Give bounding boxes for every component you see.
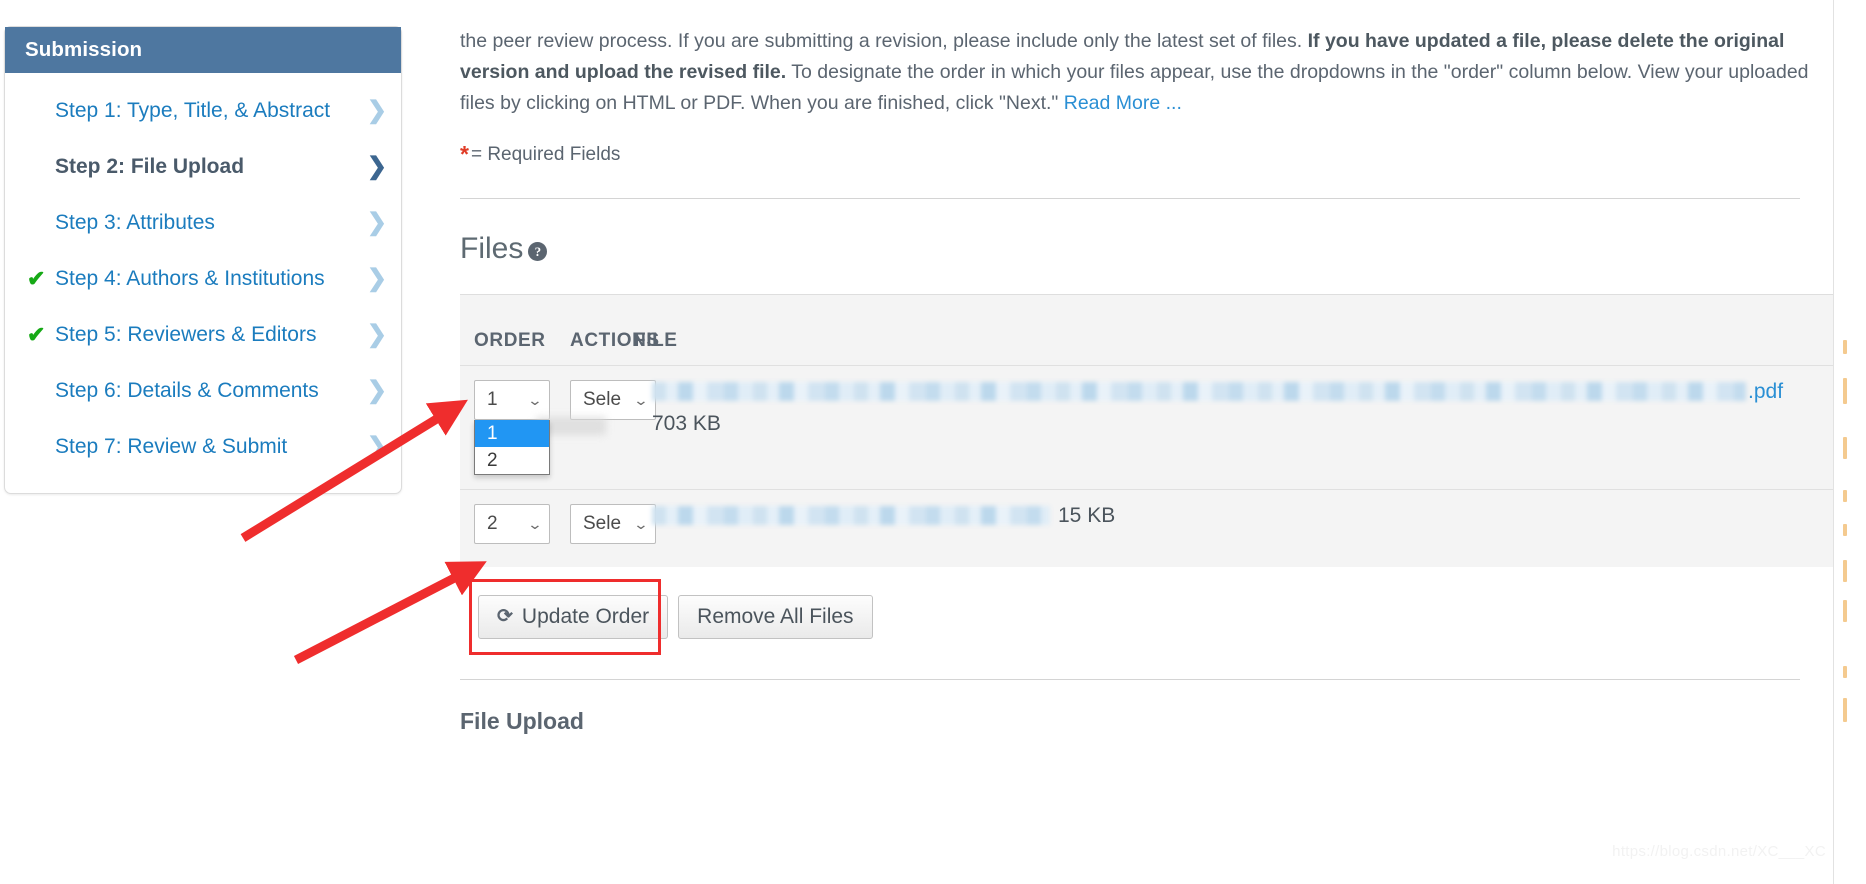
- chevron-right-icon: ❯: [366, 265, 387, 292]
- sidebar-item-step-7[interactable]: ✔Step 7: Review & Submit ❯: [5, 419, 401, 475]
- order-cell: 1 ⌄ 1 2: [474, 379, 570, 475]
- right-edge-partial-column: [1833, 0, 1866, 884]
- files-table-header: ORDER ACTIONS FILE: [460, 295, 1866, 365]
- sidebar-item-step-5[interactable]: ✔ Step 5: Reviewers & Editors ❯: [5, 307, 401, 363]
- divider-top: [460, 197, 1800, 199]
- chevron-right-icon: ❯: [366, 377, 387, 404]
- read-more-link[interactable]: Read More ...: [1064, 92, 1182, 114]
- watermark: https://blog.csdn.net/XC___XC: [1612, 843, 1826, 860]
- update-order-button[interactable]: ⟳ Update Order: [478, 594, 669, 639]
- required-fields-note: * = Required Fields: [460, 141, 1820, 168]
- chevron-right-icon: ❯: [366, 209, 387, 236]
- annotation-arrow-update-order: [293, 561, 487, 664]
- remove-all-files-label: Remove All Files: [697, 604, 854, 628]
- sidebar-item-label: Step 6: Details & Comments: [55, 379, 319, 402]
- main-content: the peer review process. If you are subm…: [460, 0, 1866, 884]
- redacted-filename: [652, 382, 1746, 401]
- sidebar-item-step-4[interactable]: ✔ Step 4: Authors & Institutions ❯: [5, 251, 401, 307]
- files-heading-label: Files: [460, 231, 524, 265]
- sidebar-item-label: Step 5: Reviewers & Editors: [55, 323, 317, 346]
- action-select-value-row-1: Sele: [583, 388, 622, 410]
- chevron-down-icon: ⌄: [527, 391, 544, 408]
- refresh-icon: ⟳: [497, 606, 513, 627]
- chevron-right-icon: ❯: [366, 153, 387, 180]
- check-icon: ✔: [27, 322, 46, 347]
- edge-fragment: [1843, 666, 1847, 678]
- order-select-row-1[interactable]: 1 ⌄: [474, 379, 550, 420]
- edge-fragment: [1843, 698, 1847, 722]
- edge-fragment: [1843, 490, 1847, 502]
- column-header-order: ORDER: [474, 329, 546, 351]
- update-order-label: Update Order: [521, 604, 650, 628]
- edge-fragment: [1843, 378, 1847, 404]
- dropdown-option[interactable]: 2: [475, 447, 549, 474]
- file-cell: .pdf 703 KB: [536, 380, 1866, 436]
- check-icon: ✔: [27, 266, 46, 291]
- order-select-value-row-1: 1: [487, 388, 498, 410]
- file-size-row-2: 15 KB: [1058, 503, 1116, 527]
- redacted-filename: [652, 506, 1050, 525]
- edge-fragment: [1843, 600, 1847, 622]
- file-name-row-1[interactable]: .pdf: [652, 380, 1866, 404]
- file-extension-row-1: .pdf: [1748, 379, 1784, 403]
- actions-cell: Sele ⌄: [570, 379, 656, 420]
- edge-fragment: [1843, 560, 1847, 582]
- file-cell: 15 KB: [632, 504, 1866, 528]
- dropdown-option[interactable]: 1: [475, 419, 549, 447]
- file-upload-heading: File Upload: [460, 707, 584, 734]
- remove-all-files-button[interactable]: Remove All Files: [678, 594, 873, 639]
- instructions-text-1: the peer review process. If you are subm…: [460, 29, 1308, 52]
- check-icon-placeholder: ✔: [27, 212, 53, 234]
- page-root: Submission ✔Step 1: Type, Title, & Abstr…: [0, 0, 1866, 884]
- table-row: 2 ⌄ Sele ⌄ 15 KB: [460, 488, 1866, 567]
- chevron-down-icon: ⌄: [633, 391, 650, 408]
- edge-fragment: [1843, 437, 1847, 459]
- edge-fragment: [1843, 340, 1847, 354]
- action-select-value-row-2: Sele: [583, 512, 622, 534]
- required-asterisk: *: [460, 140, 469, 167]
- table-row: 1 ⌄ 1 2 Sele ⌄ .pdf 703 KB: [460, 364, 1866, 489]
- sidebar-item-label: Step 7: Review & Submit: [55, 435, 288, 458]
- submission-sidebar: Submission ✔Step 1: Type, Title, & Abstr…: [4, 26, 402, 494]
- sidebar-step-list: ✔Step 1: Type, Title, & Abstract❯✔Step 2…: [5, 73, 401, 493]
- order-select-value-row-2: 2: [487, 512, 498, 534]
- chevron-right-icon: ❯: [366, 321, 387, 348]
- actions-cell: Sele ⌄: [570, 503, 656, 544]
- order-select-row-2[interactable]: 2 ⌄: [474, 503, 550, 544]
- chevron-right-icon: ❯: [366, 433, 387, 460]
- file-action-buttons: ⟳ Update Order Remove All Files: [460, 578, 1820, 655]
- required-fields-label: = Required Fields: [470, 143, 621, 165]
- chevron-right-icon: ❯: [366, 97, 387, 124]
- divider-bottom: [460, 678, 1800, 680]
- files-table: ORDER ACTIONS FILE 1 ⌄ 1 2 Sele ⌄ .pdf 7…: [460, 293, 1866, 567]
- sidebar-item-label: Step 2: File Upload: [55, 155, 245, 178]
- sidebar-item-label: Step 3: Attributes: [55, 211, 215, 234]
- sidebar-item-step-6[interactable]: ✔Step 6: Details & Comments ❯: [5, 363, 401, 419]
- check-icon-placeholder: ✔: [27, 436, 53, 458]
- files-section-heading: Files ?: [460, 232, 1820, 266]
- sidebar-item-label: Step 4: Authors & Institutions: [55, 267, 325, 290]
- sidebar-item-step-3[interactable]: ✔Step 3: Attributes ❯: [5, 195, 401, 251]
- instructions-paragraph: the peer review process. If you are subm…: [460, 20, 1812, 119]
- file-size-row-1: 703 KB: [652, 411, 721, 435]
- edge-fragment: [1843, 524, 1847, 536]
- order-cell: 2 ⌄: [474, 503, 570, 544]
- sidebar-item-step-1[interactable]: ✔Step 1: Type, Title, & Abstract ❯: [5, 83, 401, 139]
- check-icon-placeholder: ✔: [27, 380, 53, 402]
- chevron-down-icon: ⌄: [633, 515, 650, 532]
- column-header-actions: ACTIONS: [570, 329, 660, 351]
- chevron-down-icon: ⌄: [527, 515, 544, 532]
- help-icon[interactable]: ?: [528, 242, 548, 261]
- file-name-row-2[interactable]: 15 KB: [652, 504, 1866, 528]
- check-icon-placeholder: ✔: [27, 156, 53, 178]
- check-icon-placeholder: ✔: [27, 100, 53, 122]
- column-header-file: FILE: [634, 329, 678, 351]
- sidebar-title: Submission: [5, 27, 401, 73]
- sidebar-item-step-2[interactable]: ✔Step 2: File Upload ❯: [5, 139, 401, 195]
- order-dropdown-options-row-1[interactable]: 1 2: [474, 419, 550, 475]
- sidebar-item-label: Step 1: Type, Title, & Abstract: [55, 99, 331, 122]
